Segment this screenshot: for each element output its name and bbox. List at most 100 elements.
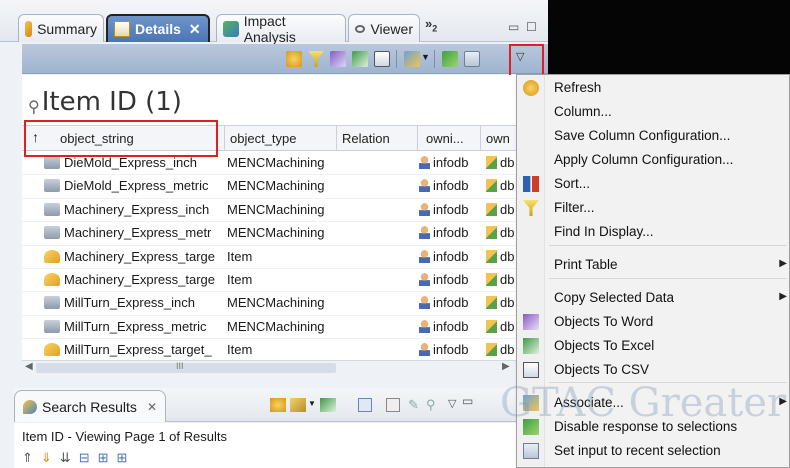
cell-object-type[interactable]: MENCMachining [227,225,339,240]
tab-details[interactable]: Details ✕ [106,14,210,42]
scrollbar-thumb[interactable]: III [36,361,336,373]
cell-object-type[interactable]: Item [227,249,339,264]
menu-item-print-table[interactable]: Print Table ▶ [517,253,789,277]
column-divider[interactable] [417,126,418,150]
column-header-object-string[interactable]: object_string [60,131,134,146]
edit-icon[interactable]: ✎ [408,397,419,413]
objects-to-excel-icon[interactable] [320,398,336,412]
last-page-icon[interactable]: ⇊ [60,450,79,465]
menu-item-column[interactable]: Column... [517,100,789,124]
table-row[interactable]: Machinery_Express_targe Item infodb db [22,269,548,293]
filter-toolbar-icon[interactable] [308,51,324,67]
collapse-icon[interactable]: ⊟ [79,450,98,465]
associate-toolbar-icon[interactable] [404,51,420,67]
cell-object-type[interactable]: MENCMachining [227,155,339,170]
cell-object-type[interactable]: Item [227,342,339,357]
tab-impact-analysis[interactable]: Impact Analysis [216,13,346,45]
menu-item-find-in-display[interactable]: Find In Display... [517,220,789,244]
cell-owning-user[interactable]: infodb [419,295,485,310]
scroll-right-icon[interactable]: ▶ [502,361,510,372]
tab-viewer[interactable]: Viewer [348,14,420,42]
cell-owning-user[interactable]: infodb [419,202,485,217]
refresh-icon[interactable] [270,398,286,412]
cell-object-type[interactable]: MENCMachining [227,202,339,217]
objects-to-excel-toolbar-icon[interactable] [352,51,368,67]
copy-icon[interactable] [386,398,400,412]
previous-page-icon[interactable]: ⇓ [41,450,60,465]
cell-object-string[interactable]: Machinery_Express_metr [44,225,224,240]
menu-item-filter[interactable]: Filter... [517,196,789,220]
cell-object-string[interactable]: Machinery_Express_targe [44,272,224,287]
close-icon[interactable]: ✕ [147,400,157,414]
table-row[interactable]: MillTurn_Express_inch MENCMachining infodb… [22,292,548,316]
table-row[interactable]: Machinery_Express_inch MENCMachining infod… [22,199,548,223]
cell-owning-user[interactable]: infodb [419,319,485,334]
table-row[interactable]: Machinery_Express_metr MENCMachining infod… [22,222,548,246]
menu-item-disable-response-to-selections[interactable]: Disable response to selections [517,415,789,439]
menu-item-refresh[interactable]: Refresh [517,76,789,100]
minimize-icon[interactable]: ▭ [508,20,519,34]
horizontal-scrollbar[interactable]: ◀ III ▶ [22,360,548,375]
view-menu-chevron-icon[interactable]: ▽ [448,397,456,410]
set-input-toolbar-icon[interactable] [464,51,480,67]
search-icon[interactable]: ⚲ [426,397,436,413]
column-header-owning-group[interactable]: own [486,131,510,146]
cell-owning-user[interactable]: infodb [419,225,485,240]
cell-object-string[interactable]: DieMold_Express_inch [44,155,224,170]
table-row[interactable]: DieMold_Express_metric MENCMachining infod… [22,175,548,199]
column-header-relation[interactable]: Relation [342,131,390,146]
cell-object-string[interactable]: Machinery_Express_inch [44,202,224,217]
cell-object-type[interactable]: MENCMachining [227,295,339,310]
table-row[interactable]: Machinery_Express_targe Item infodb db [22,246,548,269]
refresh-toolbar-icon[interactable] [286,51,302,67]
menu-item-set-input-to-recent-selection[interactable]: Set input to recent selection [517,439,789,463]
minimize-icon[interactable]: ▭ [462,394,473,408]
tab-overflow-button[interactable]: »2 [425,16,437,34]
chevron-down-icon[interactable]: ▼ [308,399,316,408]
expand-icon[interactable]: ⊞ [98,450,117,465]
cell-object-string[interactable]: MillTurn_Express_target_ [44,342,224,357]
cell-object-string[interactable]: MillTurn_Express_metric [44,319,224,334]
cell-object-type[interactable]: Item [227,272,339,287]
menu-item-apply-column-configuration[interactable]: Apply Column Configuration... [517,148,789,172]
menu-item-objects-to-excel[interactable]: Objects To Excel [517,334,789,358]
cell-object-type[interactable]: MENCMachining [227,319,339,334]
cell-owning-user[interactable]: infodb [419,342,485,357]
column-divider[interactable] [480,126,481,150]
cell-object-string[interactable]: MillTurn_Express_inch [44,295,224,310]
menu-item-objects-to-csv[interactable]: Objects To CSV [517,358,789,382]
scroll-left-icon[interactable]: ◀ [25,361,33,372]
cell-object-type[interactable]: MENCMachining [227,178,339,193]
maximize-icon[interactable]: ☐ [526,20,537,34]
menu-item-objects-to-word[interactable]: Objects To Word [517,310,789,334]
cell-owning-user[interactable]: infodb [419,272,485,287]
expand-all-icon[interactable]: ⊞ [117,450,136,465]
menu-item-copy-selected-data[interactable]: Copy Selected Data ▶ [517,286,789,310]
menu-item-associate[interactable]: Associate... ▶ [517,391,789,415]
table-row[interactable]: MillTurn_Express_metric MENCMachining info… [22,316,548,340]
first-page-icon[interactable]: ⇑ [22,450,41,465]
close-icon[interactable]: ✕ [189,21,201,38]
menu-item-save-column-configuration[interactable]: Save Column Configuration... [517,124,789,148]
objects-to-word-toolbar-icon[interactable] [330,51,346,67]
check-toolbar-icon[interactable] [442,51,458,67]
objects-to-csv-toolbar-icon[interactable] [374,51,390,67]
column-divider[interactable] [224,126,225,150]
cell-owning-user[interactable]: infodb [419,178,485,193]
tab-summary[interactable]: Summary [18,14,104,42]
cell-owning-user[interactable]: infodb [419,155,485,170]
tab-search-results[interactable]: Search Results ✕ [14,390,166,422]
sort-ascending-icon[interactable]: ↑ [32,129,39,145]
column-header-object-type[interactable]: object_type [230,131,297,146]
table-row[interactable]: DieMold_Express_inch MENCMachining infodb d… [22,152,548,176]
column-header-owning-user[interactable]: owni... [426,131,464,146]
cell-object-string[interactable]: Machinery_Express_targe [44,249,224,264]
menu-item-sort[interactable]: Sort... [517,172,789,196]
table-row[interactable]: MillTurn_Express_target_ Item infodb db [22,339,548,363]
cell-object-string[interactable]: DieMold_Express_metric [44,178,224,193]
load-all-icon[interactable] [290,398,306,412]
view-menu-chevron-icon[interactable]: ▽ [516,50,532,66]
chevron-down-icon[interactable]: ▼ [421,52,430,68]
cell-owning-user[interactable]: infodb [419,249,485,264]
list-view-icon[interactable] [358,398,372,412]
